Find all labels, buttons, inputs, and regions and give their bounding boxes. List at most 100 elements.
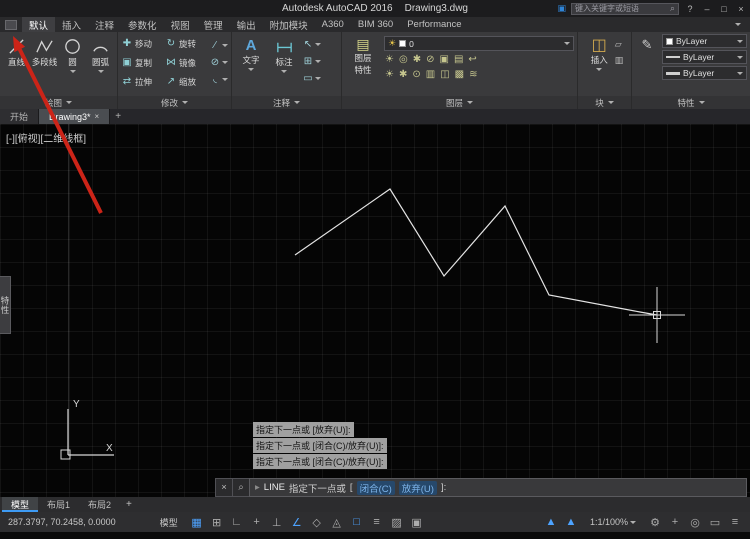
copy-button[interactable]: ▣ 复制 [121,54,163,71]
mirror-button[interactable]: ⋈ 镜像 [165,54,207,71]
linetype-dropdown[interactable]: ByLayer [662,50,747,64]
stretch-button[interactable]: ⇄ 拉伸 [121,73,163,90]
ribbon-tab-annotate[interactable]: 注释 [88,17,121,32]
fillet-icon[interactable]: ◟ [209,72,228,86]
layout2-tab[interactable]: 布局2 [79,497,120,512]
workspace-switching-icon[interactable]: ⚙ [648,516,662,529]
layer-off-icon[interactable]: ☀ [385,54,394,65]
lineweight-icon[interactable]: ≡ [370,516,384,528]
layer-previous-icon[interactable]: ↩ [468,54,476,65]
make-current-layer-icon[interactable]: ▣ [439,54,448,65]
scale-button[interactable]: ↗ 缩放 [165,73,207,90]
table-icon[interactable]: ⊞ [302,54,321,68]
help-search-box[interactable]: 键入关键字或短语 ⌕ [571,2,679,15]
draw-panel-footer[interactable]: 绘图 [0,96,117,109]
model-tab[interactable]: 模型 [2,497,39,512]
properties-panel-footer[interactable]: 特性 [632,96,750,109]
recent-commands-icon[interactable]: ▸ [255,482,260,493]
tab-close-icon[interactable]: × [95,112,100,121]
object-color-dropdown[interactable]: ByLayer [662,34,747,48]
annotation-visibility-icon[interactable]: ▲ [544,516,558,528]
rotate-button[interactable]: ↻ 旋转 [165,35,207,52]
app-menu-icon[interactable] [5,19,17,30]
leader-icon[interactable]: ↖ [302,37,321,51]
ribbon-tab-bim360[interactable]: BIM 360 [351,17,400,32]
polyline-tool-button[interactable]: 多段线 [31,34,58,96]
ortho-mode-icon[interactable]: ⊥ [270,516,284,529]
annotation-monitor-icon[interactable]: + [668,516,682,528]
drawing-area[interactable]: [-][俯视][二维线框] 特性 指定下一点或 [放弃(U)]: 指定下一点或 [… [0,124,750,497]
change-to-current-layer-icon[interactable]: ▥ [426,69,435,80]
layer-match-icon[interactable]: ▤ [454,54,463,65]
command-input[interactable]: ▸ LINE 指定下一点或 [ 闭合(C) 放弃(U) ]: [249,478,747,497]
layout1-tab[interactable]: 布局1 [38,497,79,512]
ribbon-tab-parametric[interactable]: 参数化 [121,17,164,32]
layer-isolate-icon[interactable]: ◎ [399,54,408,65]
text-style-icon[interactable]: ▭ [302,71,321,85]
object-snap-icon[interactable]: □ [350,516,364,528]
drawing-tab[interactable]: Drawing3* × [39,109,111,124]
transparency-icon[interactable]: ▨ [390,516,404,529]
layer-walk-icon[interactable]: ▩ [455,69,464,80]
clean-screen-icon[interactable]: ▭ [708,516,722,529]
layer-properties-button[interactable]: ▤ 图层 特性 [345,34,381,96]
ribbon-tab-performance[interactable]: Performance [400,17,468,32]
create-block-icon[interactable]: ▱ [615,39,624,50]
layer-select-dropdown[interactable]: ☀ 0 [384,36,574,51]
selection-cycling-icon[interactable]: ▣ [410,516,424,529]
customization-icon[interactable]: ≡ [728,516,742,528]
turn-all-layers-on-icon[interactable]: ☀ [385,69,394,80]
modify-panel-footer[interactable]: 修改 [118,96,231,109]
layer-unlock-icon[interactable]: ⊙ [412,69,420,80]
close-icon[interactable]: × [735,4,747,14]
line-tool-button[interactable]: 直线 [3,34,30,96]
erase-icon[interactable]: ⊘ [209,55,228,69]
object-snap-tracking-icon[interactable]: ◬ [330,516,344,529]
trim-icon[interactable]: ∕ [209,38,228,52]
dynamic-input-icon[interactable]: + [250,516,264,528]
properties-palette-tab[interactable]: 特性 [0,276,11,334]
command-search-icon[interactable]: ⌕ [232,478,249,497]
insert-block-button[interactable]: ◫ 插入 [586,34,613,96]
new-drawing-tab-button[interactable]: + [110,109,126,124]
ribbon-tab-manage[interactable]: 管理 [197,17,230,32]
layer-freeze-icon[interactable]: ✱ [413,54,421,65]
viewport-controls[interactable]: [-][俯视][二维线框] [6,130,86,145]
block-panel-footer[interactable]: 块 [578,96,631,109]
ribbon-tab-output[interactable]: 输出 [230,17,263,32]
start-tab[interactable]: 开始 [0,109,40,124]
ribbon-tab-home[interactable]: 默认 [22,17,56,32]
layer-lock-icon[interactable]: ⊘ [426,54,434,65]
annotation-autoscale-icon[interactable]: ▲ [564,516,578,528]
edit-block-icon[interactable]: ▥ [615,55,624,66]
minimize-icon[interactable]: – [701,4,713,14]
maximize-icon[interactable]: □ [718,4,730,14]
command-close-button[interactable]: × [215,478,232,497]
arc-tool-button[interactable]: 圆弧 [87,34,114,96]
model-space-button[interactable]: 模型 [160,516,178,529]
isometric-drafting-icon[interactable]: ◇ [310,516,324,529]
text-tool-button[interactable]: A 文字 [236,34,266,96]
help-icon[interactable]: ? [684,4,696,14]
ribbon-tab-addins[interactable]: 附加模块 [263,17,315,32]
layer-fade-icon[interactable]: ≋ [469,69,477,80]
copy-to-new-layer-icon[interactable]: ◫ [440,69,449,80]
lineweight-dropdown[interactable]: ByLayer [662,66,747,80]
match-properties-button[interactable]: ✎ [635,34,659,96]
circle-tool-button[interactable]: 圆 [59,34,86,96]
ribbon-tab-a360[interactable]: A360 [315,17,351,32]
annotation-scale-button[interactable]: 1:1/100% [590,517,636,527]
option-close-button[interactable]: 闭合(C) [356,480,395,495]
annotate-panel-footer[interactable]: 注释 [232,96,341,109]
new-layout-button[interactable]: + [120,497,138,512]
ribbon-display-toggle[interactable] [726,17,750,32]
isolate-objects-icon[interactable]: ◎ [688,516,702,529]
a360-icon[interactable]: ▣ [557,3,566,14]
thaw-all-layers-icon[interactable]: ✱ [399,69,407,80]
layers-panel-footer[interactable]: 图层 [342,96,577,109]
ribbon-tab-view[interactable]: 视图 [164,17,197,32]
snap-mode-icon[interactable]: ⊞ [210,516,224,529]
grid-icon[interactable]: ▦ [190,516,204,529]
dimension-tool-button[interactable]: 标注 [269,34,299,96]
option-undo-button[interactable]: 放弃(U) [398,480,437,495]
